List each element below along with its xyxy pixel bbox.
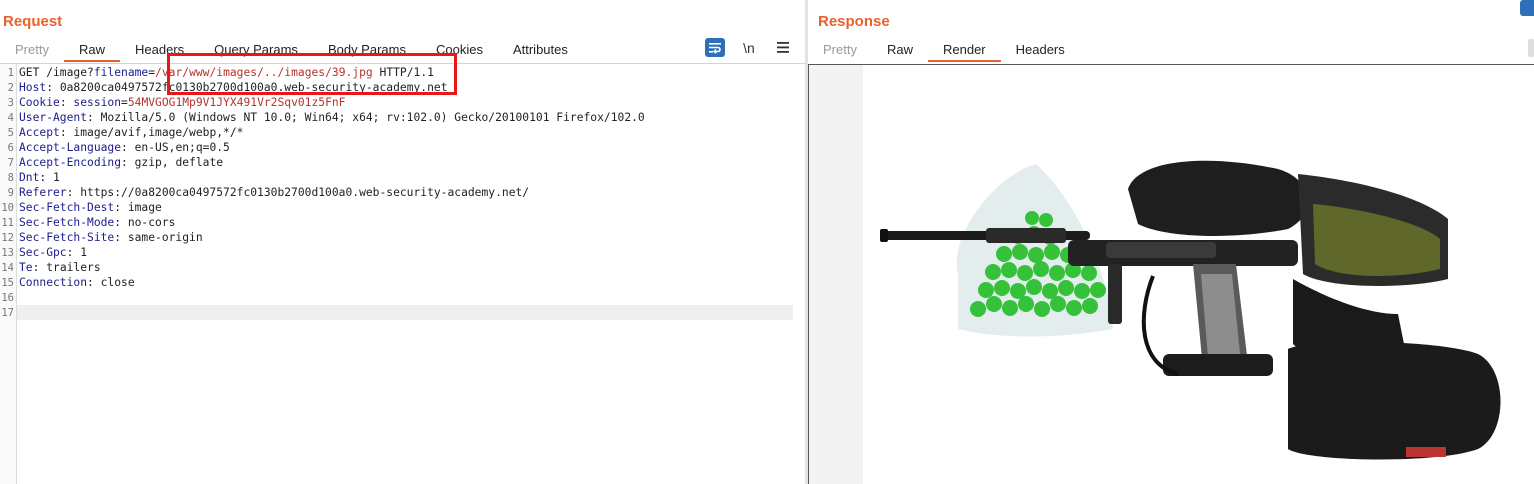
code-token: Sec-Fetch-Dest (19, 201, 115, 214)
line-number: 12 (1, 232, 14, 244)
current-line-highlight (17, 305, 793, 320)
paintball-marker-image (880, 160, 1501, 460)
code-token: filename (93, 66, 149, 79)
line-number: 11 (1, 217, 14, 229)
code-line: 15 Connection: close (0, 275, 135, 290)
response-tab-raw[interactable]: Raw (872, 40, 928, 60)
code-token: Dnt (19, 171, 40, 184)
code-token: 54MVGOG1Mp9V1JYX491Vr2Sqv01z5FnF (127, 96, 346, 109)
code-line: 4 User-Agent: Mozilla/5.0 (Windows NT 10.… (0, 110, 645, 125)
request-editor[interactable]: 1 GET /image?filename=/var/www/images/../… (0, 64, 805, 484)
hamburger-menu-icon[interactable] (773, 38, 793, 57)
code-token: Accept-Language (19, 141, 122, 154)
code-line: 5 Accept: image/avif,image/webp,*/* (0, 125, 244, 140)
code-line: 3 Cookie: session=54MVGOG1Mp9V1JYX491Vr2S… (0, 95, 346, 110)
code-token: Accept-Encoding (19, 156, 122, 169)
code-token: Sec-Fetch-Mode (19, 216, 115, 229)
request-tab-attributes[interactable]: Attributes (498, 40, 583, 60)
code-line: 7 Accept-Encoding: gzip, deflate (0, 155, 223, 170)
code-line: 10 Sec-Fetch-Dest: image (0, 200, 162, 215)
code-token: : close (87, 276, 135, 289)
annotation-highlight-box (167, 53, 457, 95)
code-token: : trailers (32, 261, 101, 274)
code-token: Connection (19, 276, 88, 289)
request-tab-pretty[interactable]: Pretty (0, 40, 64, 60)
request-tab-raw[interactable]: Raw (63, 40, 120, 62)
line-number: 10 (1, 202, 14, 214)
code-line: 9 Referer: https://0a8200ca0497572fc0130b… (0, 185, 529, 200)
code-token: : same-origin (114, 231, 203, 244)
response-title: Response (818, 13, 890, 30)
line-number: 5 (7, 127, 14, 139)
response-tab-pretty[interactable]: Pretty (808, 40, 872, 60)
request-pane: Request Pretty Raw Headers Query Params Body… (0, 0, 805, 484)
code-token: : no-cors (114, 216, 176, 229)
code-token: : 1 (39, 171, 60, 184)
response-tab-headers[interactable]: Headers (1001, 40, 1080, 60)
code-token: : image/avif,image/webp,*/* (59, 126, 244, 139)
response-tabs: Pretty Raw Render Headers (808, 40, 1080, 62)
request-toolbar: \n (705, 38, 793, 57)
render-view (808, 64, 1534, 484)
code-token: : gzip, deflate (121, 156, 224, 169)
request-title: Request (3, 13, 63, 30)
code-line: 11 Sec-Fetch-Mode: no-cors (0, 215, 175, 230)
code-token: : Mozilla/5.0 (Windows NT 10.0; Win64; x… (87, 111, 645, 124)
code-token: User-Agent (19, 111, 88, 124)
code-token: : image (114, 201, 162, 214)
code-line: 16 (0, 290, 19, 305)
line-number: 8 (7, 172, 14, 184)
response-tab-render[interactable]: Render (927, 40, 1001, 62)
line-number: 7 (7, 157, 14, 169)
code-token: Sec-Gpc (19, 246, 67, 259)
newline-toggle[interactable]: \n (739, 38, 759, 57)
code-token: Cookie (19, 96, 60, 109)
line-number: 2 (7, 82, 14, 94)
line-number: 17 (1, 307, 14, 319)
panel-scroll-handle[interactable] (1528, 39, 1534, 57)
code-line: 13 Sec-Gpc: 1 (0, 245, 87, 260)
code-line: 8 Dnt: 1 (0, 170, 60, 185)
line-number: 3 (7, 97, 14, 109)
code-token: GET /image? (19, 66, 94, 79)
line-number: 15 (1, 277, 14, 289)
line-number: 4 (7, 112, 14, 124)
wrap-lines-icon[interactable] (705, 38, 725, 57)
code-token: : https://0a8200ca0497572fc0130b2700d100… (66, 186, 530, 199)
code-token: session (73, 96, 122, 109)
line-number: 14 (1, 262, 14, 274)
code-token: Host (19, 81, 47, 94)
code-token: = (121, 96, 128, 109)
code-token: : (59, 96, 74, 109)
code-token: Te (19, 261, 33, 274)
line-number: 13 (1, 247, 14, 259)
code-token: Sec-Fetch-Site (19, 231, 115, 244)
code-line: 14 Te: trailers (0, 260, 101, 275)
line-number: 9 (7, 187, 14, 199)
code-line: 12 Sec-Fetch-Site: same-origin (0, 230, 203, 245)
layout-toggle-button[interactable] (1520, 0, 1534, 16)
code-token: : en-US,en;q=0.5 (121, 141, 230, 154)
line-number: 1 (7, 67, 14, 79)
code-line: 17 (0, 305, 19, 320)
code-token: Accept (19, 126, 60, 139)
response-pane: Response Pretty Raw Render Headers (808, 0, 1534, 484)
code-token: : 1 (66, 246, 88, 259)
code-token: Referer (19, 186, 67, 199)
line-number: 16 (1, 292, 14, 304)
line-number: 6 (7, 142, 14, 154)
code-line: 6 Accept-Language: en-US,en;q=0.5 (0, 140, 230, 155)
